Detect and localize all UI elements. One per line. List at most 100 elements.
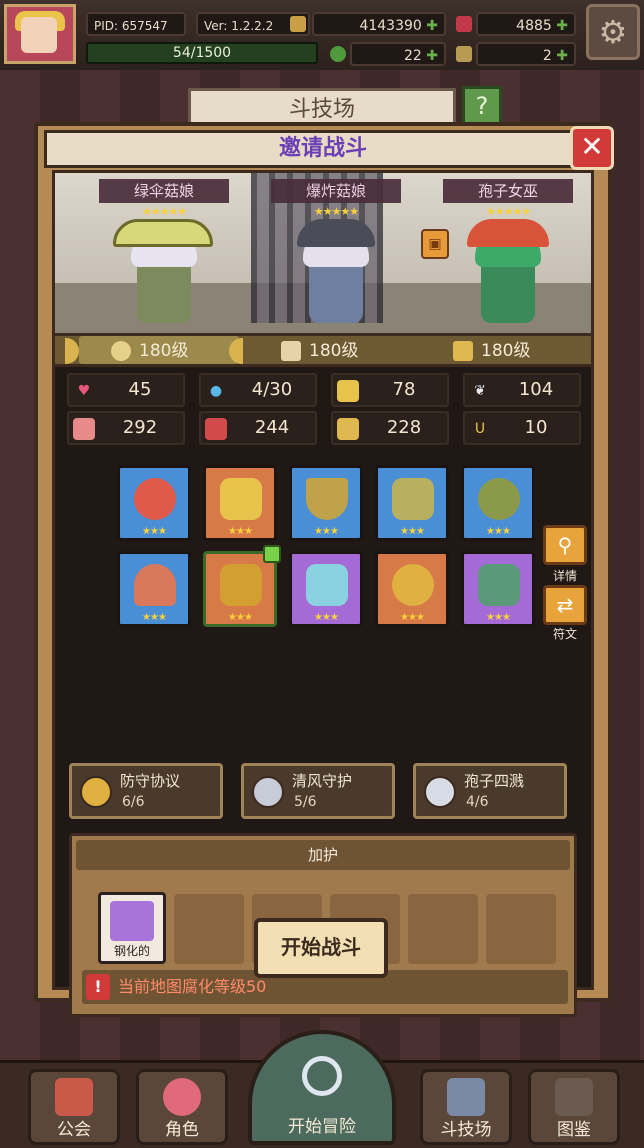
blessing-slot-empty[interactable] [174, 894, 244, 964]
gem-count: 4885 ✚ [476, 12, 576, 36]
equip-armor[interactable]: ★★★ [375, 465, 449, 541]
hero-stars: ★★★★★ [485, 205, 531, 218]
equip-stars: ★★★ [142, 612, 167, 623]
stat-value: 4/30 [251, 379, 293, 400]
blessing-slot-empty[interactable] [408, 894, 478, 964]
level-text: 180级 [309, 341, 359, 361]
set-bonus-3[interactable]: 孢子四溅 4/6 [413, 763, 567, 819]
rune-swap-button[interactable]: ⇄ [543, 585, 587, 625]
nav-arena[interactable]: 斗技场 [420, 1069, 512, 1145]
add-clover-icon[interactable]: ✚ [426, 48, 438, 64]
nav-label: 开始冒险 [288, 1117, 356, 1137]
horseshoe-icon: U [474, 421, 486, 437]
add-gem-icon[interactable]: ✚ [556, 18, 568, 34]
stat-value: 10 [524, 417, 548, 438]
hero-name: 绿伞菇娘 [99, 179, 229, 203]
wand-icon [453, 341, 473, 361]
dialog-body: 绿伞菇娘 ★★★★★ 爆炸菇娘 ★★★★★ 孢子女巫 ★★★★★ ▣ 180级 … [52, 170, 594, 1017]
boot-icon [337, 418, 359, 440]
dialog-title: 邀请战斗 [44, 130, 602, 168]
key-icon [456, 46, 472, 62]
silver-spore-coin-icon [424, 776, 456, 808]
close-button[interactable]: ✕ [570, 126, 614, 170]
stat-mana: ● 4/30 [199, 373, 317, 407]
nav-character[interactable]: 角色 [136, 1069, 228, 1145]
equip-stars: ★★★ [400, 612, 425, 623]
blessing-slot-tempered[interactable]: 钢化的 [98, 892, 166, 964]
sun-icon [111, 341, 131, 361]
ring-icon [478, 478, 520, 520]
boots-icon [478, 564, 520, 606]
silver-wind-coin-icon [252, 776, 284, 808]
detail-magnifier-button[interactable]: ⚲ [543, 525, 587, 565]
set-bonus-1[interactable]: 防守协议 6/6 [69, 763, 223, 819]
equip-shield[interactable]: ★★★ [203, 465, 277, 541]
equip-gold-ring[interactable]: ★★★ [375, 551, 449, 627]
equip-ring[interactable]: ★★★ [461, 465, 535, 541]
character-icon [163, 1078, 201, 1116]
help-question-icon[interactable]: ? [462, 86, 502, 126]
shield-icon [337, 380, 359, 402]
hero-slot-2[interactable]: 爆炸菇娘 ★★★★★ [251, 173, 421, 333]
equip-necklace[interactable]: ★★★ [289, 465, 363, 541]
shield-icon [220, 478, 262, 520]
chestplate-icon [220, 564, 262, 606]
detail-label: 详情 [552, 569, 577, 583]
hero-level-3: 180级 [453, 338, 530, 364]
witch-hat [297, 219, 375, 247]
equip-stars: ★★★ [486, 526, 511, 537]
level-text: 180级 [481, 341, 531, 361]
hero-name: 爆炸菇娘 [271, 179, 401, 203]
equip-stars: ★★★ [228, 612, 253, 623]
set-name: 清风守护 [292, 772, 353, 790]
hero-level-2: 180级 [281, 338, 358, 364]
player-avatar[interactable] [4, 4, 76, 64]
gold-coin-icon [290, 16, 306, 32]
blessing-slot-label: 钢化的 [113, 944, 150, 958]
backpack-icon[interactable]: ▣ [421, 229, 449, 259]
magnifier-icon [302, 1056, 342, 1096]
equip-stars: ★★★ [486, 612, 511, 623]
warning-text: 当前地图腐化等级50 [118, 977, 267, 996]
nav-label: 公会 [57, 1120, 91, 1140]
add-gold-icon[interactable]: ✚ [426, 18, 438, 34]
equip-hat[interactable]: ★★★ [117, 551, 191, 627]
xp-bar: 54/1500 [86, 42, 318, 64]
armor-icon [392, 478, 434, 520]
clover-count: 22 ✚ [350, 42, 446, 66]
umbrella-hat [113, 219, 213, 247]
equip-orb[interactable]: ★★★ [117, 465, 191, 541]
hero-slot-1[interactable]: 绿伞菇娘 ★★★★★ [79, 173, 249, 333]
stat-value: 244 [254, 417, 290, 438]
blessing-slot-empty[interactable] [486, 894, 556, 964]
crossed-swords-icon [447, 1078, 485, 1116]
stat-value: 45 [128, 379, 152, 400]
stat-value: 104 [518, 379, 554, 400]
set-bonus-2[interactable]: 清风守护 5/6 [241, 763, 395, 819]
settings-gear-icon[interactable]: ⚙ [586, 4, 640, 60]
stat-magic: 244 [199, 411, 317, 445]
set-name: 防守协议 [120, 772, 181, 790]
thumbs-up-icon [263, 545, 281, 563]
top-hud: PID: 657547 Ver: 1.2.2.2 4143390 ✚ 4885 … [0, 0, 644, 73]
equip-stars: ★★★ [314, 526, 339, 537]
nav-label: 斗技场 [440, 1120, 492, 1140]
gem-value: 4885 [516, 18, 552, 34]
nav-codex[interactable]: 图鉴 [528, 1069, 620, 1145]
book-icon [205, 418, 227, 440]
add-key-icon[interactable]: ✚ [556, 48, 568, 64]
stat-value: 228 [386, 417, 422, 438]
equip-boots[interactable]: ★★★ [461, 551, 535, 627]
gold-ring-icon [392, 564, 434, 606]
invite-battle-dialog: 邀请战斗 ✕ 绿伞菇娘 ★★★★★ 爆炸菇娘 ★★★★★ 孢子女巫 ★★★★★ … [34, 122, 614, 1017]
equip-stars: ★★★ [142, 526, 167, 537]
start-battle-button[interactable]: 开始战斗 [254, 918, 388, 978]
rune-label: 符文 [552, 627, 577, 641]
equip-shoe[interactable]: ★★★ [289, 551, 363, 627]
player-id: PID: 657547 [86, 12, 186, 36]
nav-guild[interactable]: 公会 [28, 1069, 120, 1145]
gem-icon [456, 16, 472, 32]
key-count: 2 ✚ [476, 42, 576, 66]
hero-stars: ★★★★★ [141, 205, 187, 218]
stat-luck: U 10 [463, 411, 581, 445]
